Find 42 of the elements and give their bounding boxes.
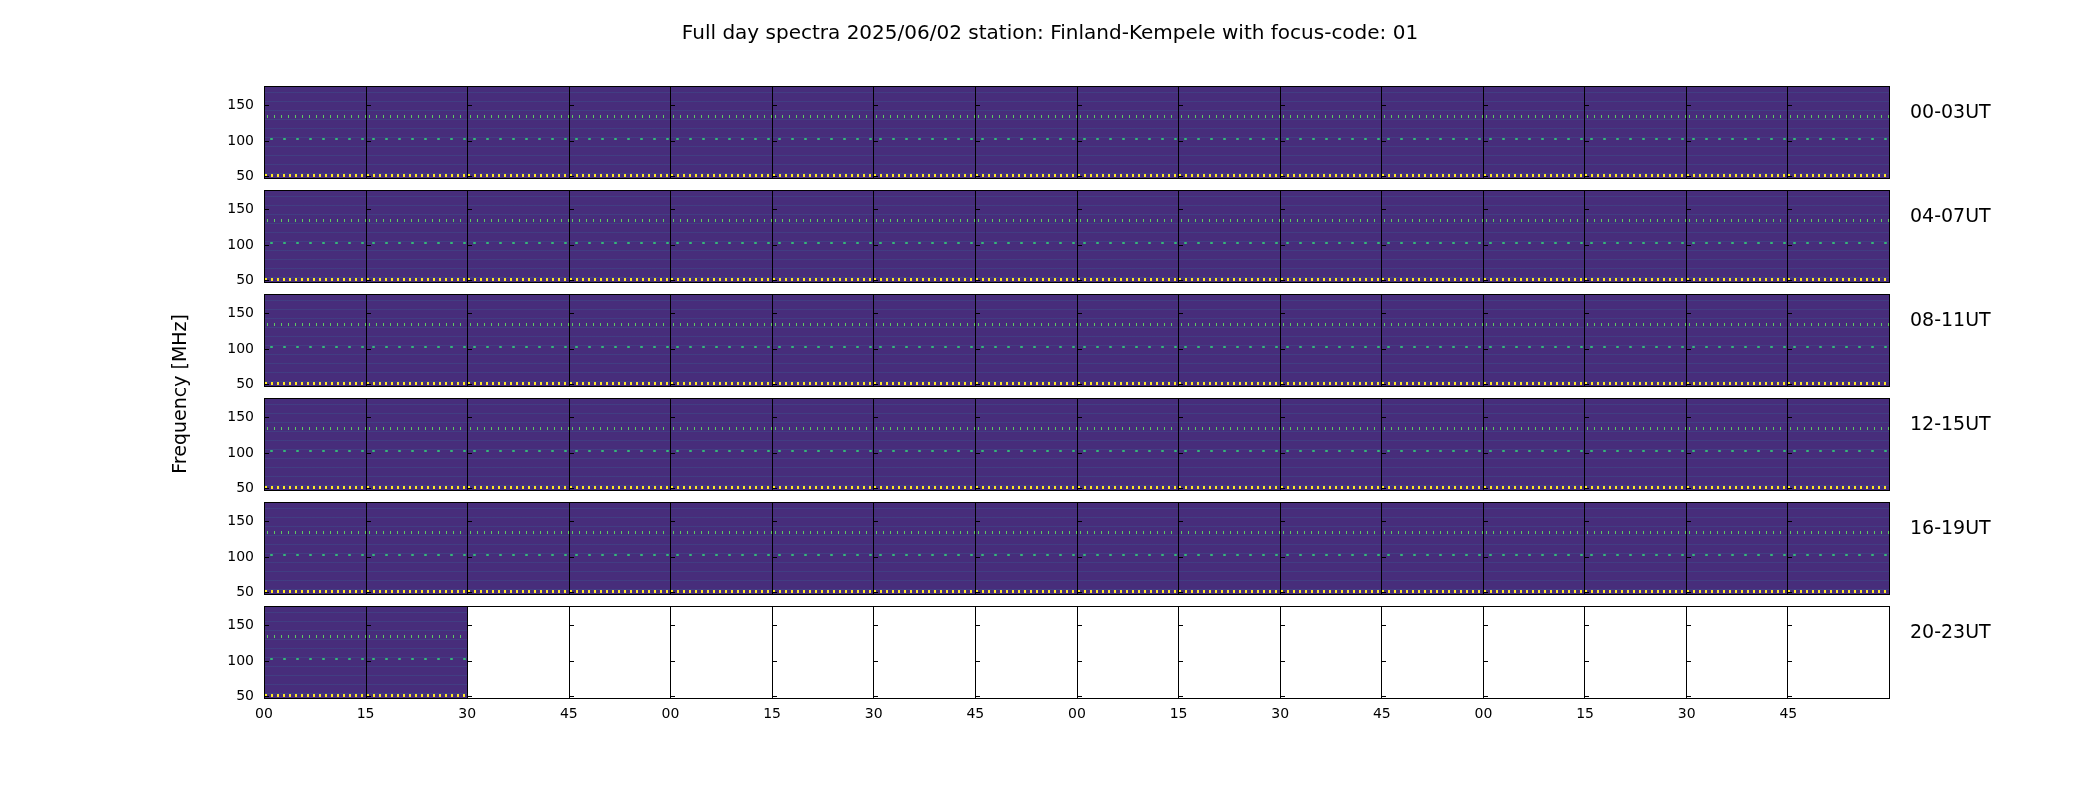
row-label: 00-03UT [1910,99,1991,124]
tick-label: 30 [458,705,477,721]
row-label: 16-19UT [1910,515,1991,540]
tick-label: 100 [227,339,254,356]
tick-label: 00 [1474,705,1493,721]
tick-label: 45 [559,705,578,721]
tick-label: 150 [227,615,254,632]
tick-label: 15 [1169,705,1188,721]
tick-label: 15 [763,705,782,721]
tick-label: 15 [356,705,375,721]
tick-label: 100 [227,235,254,252]
tick-label: 150 [227,511,254,528]
tick-label: 45 [966,705,985,721]
axis-label: Frequency [MHz] [168,313,190,474]
tick-label: 100 [227,547,254,564]
tick-label: 50 [236,375,254,392]
tick-label: 150 [227,303,254,320]
tick-label: 15 [1576,705,1595,721]
row-label: 08-11UT [1910,307,1991,332]
tick-label: 50 [236,167,254,184]
tick-label: 50 [236,687,254,704]
tick-label: 150 [227,95,254,112]
tick-label: 50 [236,583,254,600]
tick-label: 150 [227,199,254,216]
tick-label: 100 [227,443,254,460]
tick-label: 100 [227,651,254,668]
tick-label: 50 [236,479,254,496]
tick-label: 100 [227,131,254,148]
tick-label: 45 [1779,705,1798,721]
tick-label: 00 [255,705,273,721]
tick-label: 30 [1271,705,1290,721]
tick-label: 45 [1372,705,1391,721]
tick-label: 50 [236,271,254,288]
tick-label: 30 [1677,705,1696,721]
row-label: 04-07UT [1910,203,1991,228]
row-label: 12-15UT [1910,411,1991,436]
tick-label: 150 [227,407,254,424]
row-label: 20-23UT [1910,619,1991,644]
tick-label: 30 [864,705,883,721]
tick-label: 00 [661,705,680,721]
tick-label: 00 [1068,705,1086,721]
figure-title: Full day spectra 2025/06/02 station: Finland-Kempele with focus-code: 01 [681,20,1419,44]
